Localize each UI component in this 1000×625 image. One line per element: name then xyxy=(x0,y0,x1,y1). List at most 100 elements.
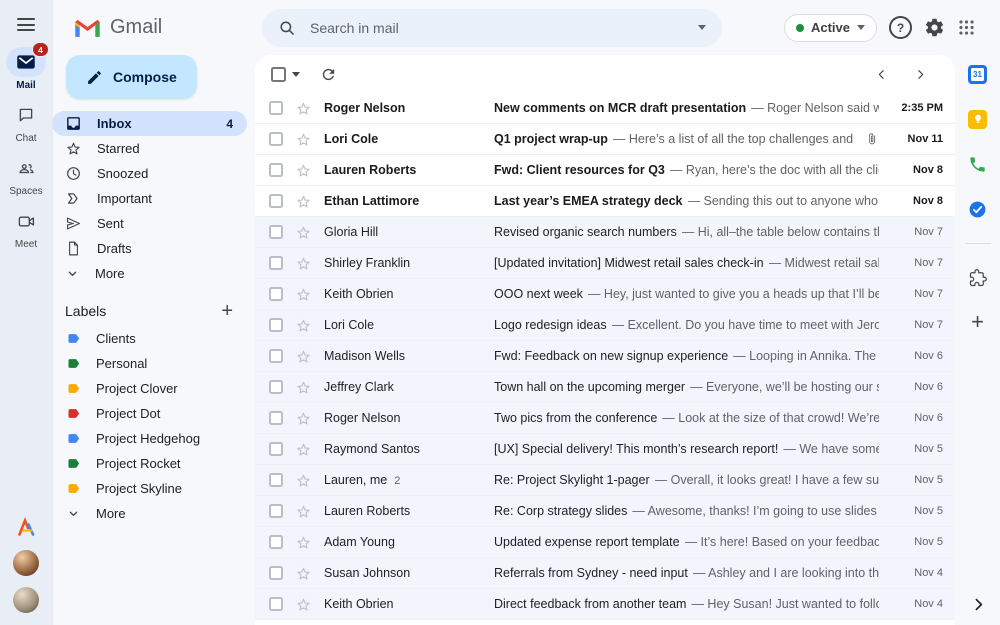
email-row[interactable]: Lori Cole Q1 project wrap-up — Here’s a … xyxy=(255,124,955,155)
sidebar-item-important[interactable]: Important xyxy=(52,186,247,211)
star-toggle-icon[interactable] xyxy=(295,472,312,489)
email-row[interactable]: Adam Young Updated expense report templa… xyxy=(255,527,955,558)
row-checkbox[interactable] xyxy=(269,566,283,580)
row-checkbox[interactable] xyxy=(269,132,283,146)
google-calendar-icon[interactable]: 31 xyxy=(967,63,989,85)
email-row[interactable]: Roger Nelson Two pics from the conferenc… xyxy=(255,403,955,434)
older-page-chevron[interactable] xyxy=(914,68,927,81)
show-side-panel-chevron[interactable] xyxy=(970,596,987,613)
star-toggle-icon[interactable] xyxy=(295,317,312,334)
email-row[interactable]: Lori Cole Logo redesign ideas — Excellen… xyxy=(255,310,955,341)
sidebar-item-snoozed[interactable]: Snoozed xyxy=(52,161,247,186)
google-voice-icon[interactable] xyxy=(967,153,989,175)
email-row[interactable]: Lauren, me 2 Re: Project Skylight 1-pager… xyxy=(255,465,955,496)
get-addons-icon[interactable]: + xyxy=(971,311,984,333)
row-checkbox[interactable] xyxy=(269,442,283,456)
sidebar-label-item[interactable]: Project Clover xyxy=(52,376,247,401)
sidebar-item-inbox[interactable]: Inbox 4 xyxy=(52,111,247,136)
email-row[interactable]: Shirley Franklin [Updated invitation] Mi… xyxy=(255,248,955,279)
help-icon[interactable]: ? xyxy=(889,16,912,39)
brand-logo-icon[interactable] xyxy=(14,515,38,539)
sidebar-item-more-labels[interactable]: More xyxy=(52,501,247,526)
select-all-checkbox[interactable] xyxy=(271,66,286,82)
sidebar-label-item[interactable]: Project Dot xyxy=(52,401,247,426)
google-keep-icon[interactable] xyxy=(967,108,989,130)
topbar: Gmail Active ? xyxy=(52,0,1000,55)
sidebar-label-item[interactable]: Personal xyxy=(52,351,247,376)
row-checkbox[interactable] xyxy=(269,349,283,363)
star-toggle-icon[interactable] xyxy=(295,193,312,210)
row-checkbox[interactable] xyxy=(269,411,283,425)
rail-item-meet[interactable]: Meet xyxy=(0,206,52,250)
email-row[interactable]: Madison Wells Fwd: Feedback on new signu… xyxy=(255,341,955,372)
extension-puzzle-icon[interactable] xyxy=(967,267,989,289)
sidebar-label-item[interactable]: Project Hedgehog xyxy=(52,426,247,451)
pencil-icon xyxy=(86,69,103,86)
email-row[interactable]: Ethan Lattimore Last year’s EMEA strateg… xyxy=(255,186,955,217)
contact-avatar[interactable] xyxy=(13,587,39,613)
email-row[interactable]: Susan Johnson Referrals from Sydney - ne… xyxy=(255,558,955,589)
row-checkbox[interactable] xyxy=(269,101,283,115)
compose-button[interactable]: Compose xyxy=(66,55,197,99)
newer-page-chevron[interactable] xyxy=(875,68,888,81)
sidebar-item-sent[interactable]: Sent xyxy=(52,211,247,236)
apps-grid-icon[interactable] xyxy=(957,18,976,37)
refresh-icon[interactable] xyxy=(320,66,337,83)
star-toggle-icon[interactable] xyxy=(295,255,312,272)
star-toggle-icon[interactable] xyxy=(295,534,312,551)
row-checkbox[interactable] xyxy=(269,287,283,301)
row-checkbox[interactable] xyxy=(269,473,283,487)
contact-avatar[interactable] xyxy=(13,550,39,576)
star-toggle-icon[interactable] xyxy=(295,596,312,613)
rail-item-spaces[interactable]: Spaces xyxy=(0,153,52,197)
email-row[interactable]: Keith Obrien Direct feedback from anothe… xyxy=(255,589,955,620)
email-row[interactable]: Gloria Hill Revised organic search numbe… xyxy=(255,217,955,248)
search-icon[interactable] xyxy=(278,19,296,37)
sidebar-label-item[interactable]: Clients xyxy=(52,326,247,351)
email-row[interactable]: Raymond Santos [UX] Special delivery! Th… xyxy=(255,434,955,465)
row-checkbox[interactable] xyxy=(269,163,283,177)
email-row[interactable]: Roger Nelson New comments on MCR draft p… xyxy=(255,93,955,124)
search-options-caret[interactable] xyxy=(698,25,706,30)
star-toggle-icon[interactable] xyxy=(295,162,312,179)
star-toggle-icon[interactable] xyxy=(295,286,312,303)
star-toggle-icon[interactable] xyxy=(295,565,312,582)
email-subject: Updated expense report template xyxy=(494,535,680,549)
star-toggle-icon[interactable] xyxy=(295,503,312,520)
sidebar-label-item[interactable]: Project Rocket xyxy=(52,451,247,476)
email-row[interactable]: Keith Obrien OOO next week — Hey, just w… xyxy=(255,279,955,310)
star-toggle-icon[interactable] xyxy=(295,441,312,458)
row-checkbox[interactable] xyxy=(269,535,283,549)
add-label-button[interactable]: + xyxy=(221,301,233,321)
star-toggle-icon[interactable] xyxy=(295,224,312,241)
main-menu-button[interactable] xyxy=(17,18,35,31)
row-checkbox[interactable] xyxy=(269,256,283,270)
row-checkbox[interactable] xyxy=(269,380,283,394)
select-all-caret[interactable] xyxy=(286,71,300,77)
star-toggle-icon[interactable] xyxy=(295,131,312,148)
row-checkbox[interactable] xyxy=(269,318,283,332)
sidebar-item-drafts[interactable]: Drafts xyxy=(52,236,247,261)
gmail-logo[interactable]: Gmail xyxy=(52,16,254,39)
settings-gear-icon[interactable] xyxy=(924,17,945,38)
star-toggle-icon[interactable] xyxy=(295,379,312,396)
rail-item-chat[interactable]: Chat xyxy=(0,100,52,144)
star-toggle-icon[interactable] xyxy=(295,410,312,427)
row-checkbox[interactable] xyxy=(269,597,283,611)
status-selector[interactable]: Active xyxy=(783,13,877,42)
rail-item-mail[interactable]: 4 Mail xyxy=(0,42,52,91)
sidebar-item-more[interactable]: More xyxy=(52,261,247,286)
row-checkbox[interactable] xyxy=(269,194,283,208)
sidebar-label-item[interactable]: Project Skyline xyxy=(52,476,247,501)
row-checkbox[interactable] xyxy=(269,225,283,239)
email-row[interactable]: Lauren Roberts Fwd: Client resources for… xyxy=(255,155,955,186)
row-checkbox[interactable] xyxy=(269,504,283,518)
email-sender: Lori Cole xyxy=(324,132,379,146)
star-toggle-icon[interactable] xyxy=(295,348,312,365)
email-row[interactable]: Lauren Roberts Re: Corp strategy slides … xyxy=(255,496,955,527)
email-row[interactable]: Jeffrey Clark Town hall on the upcoming … xyxy=(255,372,955,403)
search-input[interactable] xyxy=(308,18,686,37)
google-tasks-icon[interactable] xyxy=(967,198,989,220)
star-toggle-icon[interactable] xyxy=(295,100,312,117)
sidebar-item-starred[interactable]: Starred xyxy=(52,136,247,161)
